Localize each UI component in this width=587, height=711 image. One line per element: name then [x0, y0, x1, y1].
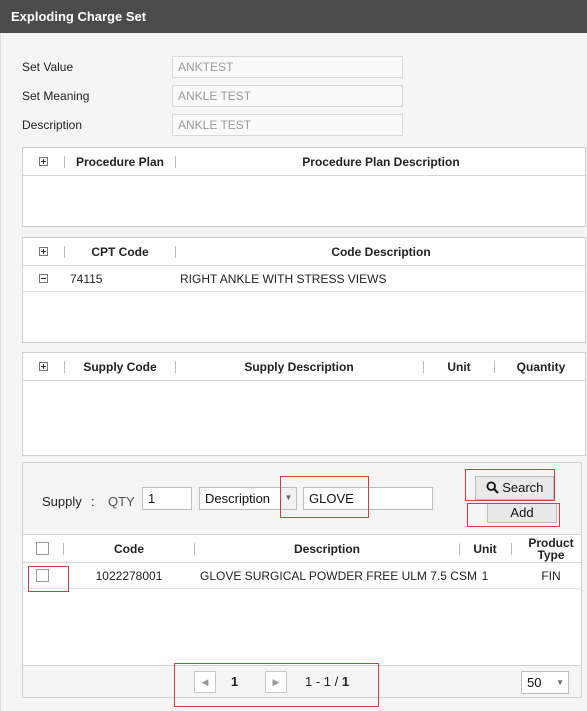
- cpt-code-grid: CPT Code Code Description 74115 RIGHT AN…: [22, 237, 586, 343]
- set-value-field[interactable]: ANKTEST: [172, 56, 403, 78]
- procedure-plan-grid: Procedure Plan Procedure Plan Descriptio…: [22, 147, 586, 227]
- page-range-total: 1: [341, 674, 350, 689]
- supply-code-header[interactable]: Supply Code: [65, 353, 175, 381]
- column-separator: [511, 543, 512, 555]
- description-label: Description: [22, 118, 83, 132]
- product-type-header[interactable]: Product Type: [523, 537, 579, 561]
- product-type-cell: FIN: [541, 569, 561, 583]
- unit-cell: 1: [481, 569, 489, 583]
- cpt-grid-header: CPT Code Code Description: [23, 238, 585, 266]
- search-icon: [486, 481, 499, 494]
- supply-search-input[interactable]: GLOVE: [303, 487, 433, 510]
- page-size-value: 50: [527, 675, 542, 690]
- page-range-prefix: 1 - 1 /: [305, 674, 339, 689]
- unit-header[interactable]: Unit: [460, 535, 510, 563]
- description-field[interactable]: ANKLE TEST: [172, 114, 403, 136]
- description-header[interactable]: Description: [195, 535, 459, 563]
- code-header[interactable]: Code: [64, 535, 194, 563]
- table-row[interactable]: 1022278001 GLOVE SURGICAL POWDER FREE UL…: [23, 563, 581, 589]
- supply-label: Supply: [42, 494, 82, 509]
- supply-grid-header: Supply Code Supply Description Unit Quan…: [23, 353, 585, 381]
- next-page-button[interactable]: ▶: [265, 671, 287, 693]
- set-meaning-field[interactable]: ANKLE TEST: [172, 85, 403, 107]
- page-range: 1 - 1 / 1: [305, 671, 349, 693]
- window-title: Exploding Charge Set: [0, 0, 587, 33]
- results-grid-header: Code Description Unit Product Type: [23, 535, 581, 563]
- select-all-checkbox[interactable]: [36, 542, 49, 555]
- collapse-row-icon[interactable]: [39, 274, 48, 283]
- dialog-content: Set Value ANKTEST Set Meaning ANKLE TEST…: [0, 33, 587, 711]
- current-page[interactable]: 1: [231, 671, 238, 693]
- quantity-header[interactable]: Quantity: [495, 353, 587, 381]
- supply-results-grid: Code Description Unit Product Type 10222…: [23, 534, 581, 665]
- supply-description-header[interactable]: Supply Description: [176, 353, 422, 381]
- procedure-plan-header[interactable]: Procedure Plan: [65, 148, 175, 176]
- unit-header[interactable]: Unit: [424, 353, 494, 381]
- pager-bar: ◀ 1 ▶ 1 - 1 / 1 50 ▼: [23, 663, 581, 707]
- search-button[interactable]: Search: [475, 476, 554, 500]
- qty-label: QTY: [108, 494, 135, 509]
- cpt-code-cell: 74115: [70, 272, 103, 286]
- code-description-header[interactable]: Code Description: [176, 238, 586, 266]
- supply-grid: Supply Code Supply Description Unit Quan…: [22, 352, 586, 456]
- expand-all-icon[interactable]: [39, 247, 48, 256]
- set-meaning-label: Set Meaning: [22, 89, 90, 103]
- chevron-down-icon[interactable]: ▼: [556, 672, 564, 693]
- procedure-plan-grid-header: Procedure Plan Procedure Plan Descriptio…: [23, 148, 585, 176]
- set-value-label: Set Value: [22, 60, 74, 74]
- search-by-select[interactable]: Description ▼: [199, 487, 297, 510]
- expand-all-icon[interactable]: [39, 157, 48, 166]
- table-row[interactable]: 74115 RIGHT ANKLE WITH STRESS VIEWS: [23, 266, 585, 292]
- search-button-label: Search: [502, 480, 544, 495]
- procedure-plan-description-header[interactable]: Procedure Plan Description: [176, 148, 586, 176]
- page-size-select[interactable]: 50 ▼: [521, 671, 569, 694]
- cpt-code-header[interactable]: CPT Code: [65, 238, 175, 266]
- previous-page-button[interactable]: ◀: [194, 671, 216, 693]
- search-by-value: Description: [205, 491, 271, 506]
- qty-input[interactable]: 1: [142, 487, 192, 510]
- row-checkbox[interactable]: [36, 569, 49, 582]
- expand-all-icon[interactable]: [39, 362, 48, 371]
- supply-search-panel: Supply : QTY 1 Description ▼ GLOVE Searc…: [22, 462, 582, 707]
- chevron-down-icon[interactable]: ▼: [280, 488, 296, 509]
- code-cell: 1022278001: [95, 569, 163, 583]
- description-cell: GLOVE SURGICAL POWDER FREE ULM 7.5 CSM: [200, 569, 477, 583]
- code-description-cell: RIGHT ANKLE WITH STRESS VIEWS: [180, 272, 387, 286]
- add-button[interactable]: Add: [487, 503, 557, 523]
- supply-colon: :: [91, 494, 95, 509]
